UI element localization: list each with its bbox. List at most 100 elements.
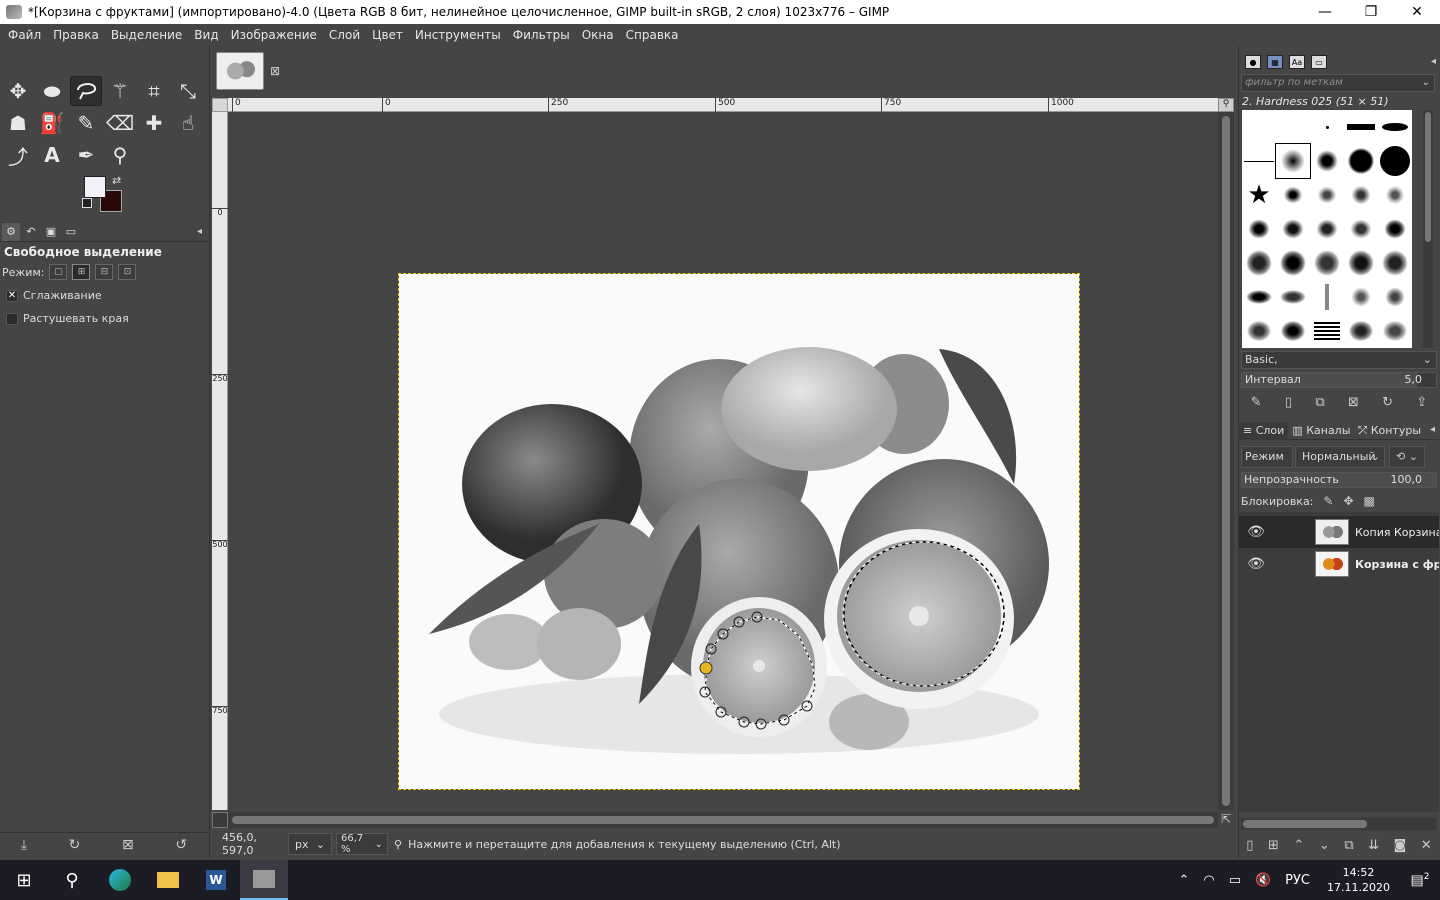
brush-item[interactable]: ★ bbox=[1242, 178, 1276, 212]
file-explorer-icon[interactable] bbox=[144, 860, 192, 900]
color-picker-tool-icon[interactable]: ✒ bbox=[70, 140, 102, 170]
menu-select[interactable]: Выделение bbox=[105, 28, 188, 42]
close-image-tab-icon[interactable]: ⊠ bbox=[270, 64, 280, 78]
brush-item[interactable] bbox=[1276, 280, 1310, 314]
layer-composite-select[interactable]: ⟲ ⌄ bbox=[1389, 446, 1425, 468]
minimize-button[interactable]: — bbox=[1302, 0, 1348, 24]
visibility-eye-icon[interactable]: 👁 bbox=[1239, 524, 1273, 540]
mode-intersect-button[interactable]: ⊡ bbox=[118, 264, 137, 280]
brush-item[interactable] bbox=[1344, 314, 1378, 348]
zoom-select[interactable]: 66,7 % ⌄ bbox=[336, 833, 388, 855]
mode-add-button[interactable]: ⊞ bbox=[72, 264, 91, 280]
menu-colors[interactable]: Цвет bbox=[366, 28, 409, 42]
visibility-eye-icon[interactable]: 👁 bbox=[1239, 556, 1273, 572]
edit-brush-icon[interactable]: ✎ bbox=[1251, 395, 1262, 410]
layer-mode-select[interactable]: Нормальный ⌄ bbox=[1295, 446, 1385, 468]
brush-item[interactable] bbox=[1378, 246, 1412, 280]
brush-item[interactable] bbox=[1242, 314, 1276, 348]
language-indicator[interactable]: РУС bbox=[1278, 873, 1317, 888]
chevron-down-icon[interactable]: ⌄ bbox=[1422, 75, 1430, 91]
maximize-button[interactable]: ❐ bbox=[1348, 0, 1394, 24]
heal-tool-icon[interactable]: ✚ bbox=[138, 108, 170, 138]
duplicate-brush-icon[interactable]: ⧉ bbox=[1315, 395, 1324, 410]
brush-item[interactable] bbox=[1275, 143, 1311, 179]
mode-replace-button[interactable]: ▢ bbox=[49, 264, 68, 280]
devices-tab-icon[interactable]: ▭ bbox=[62, 223, 80, 241]
dock-menu-icon[interactable]: ◂ bbox=[1430, 424, 1435, 435]
new-brush-icon[interactable]: ▯ bbox=[1285, 395, 1292, 410]
patterns-tab-icon[interactable]: ▦ bbox=[1267, 55, 1283, 69]
brush-preset-select[interactable]: Basic, ⌄ bbox=[1241, 351, 1437, 369]
open-brush-as-image-icon[interactable]: ⇪ bbox=[1416, 395, 1427, 410]
new-layer-icon[interactable]: ⊞ bbox=[1268, 838, 1279, 853]
opacity-slider[interactable]: Непрозрачность 100,0 bbox=[1241, 472, 1437, 488]
canvas[interactable] bbox=[229, 113, 1215, 809]
lock-pixels-icon[interactable]: ✎ bbox=[1323, 494, 1333, 508]
lock-alpha-icon[interactable]: ▩ bbox=[1364, 494, 1375, 508]
brush-item[interactable] bbox=[1276, 212, 1310, 246]
brush-item[interactable] bbox=[1242, 144, 1276, 178]
menu-image[interactable]: Изображение bbox=[225, 28, 323, 42]
images-tab-icon[interactable]: ▣ bbox=[42, 223, 60, 241]
navigate-image-icon[interactable]: ⇱ bbox=[1218, 812, 1234, 828]
fuzzy-select-tool-icon[interactable]: ⚚ bbox=[104, 76, 136, 106]
tab-paths[interactable]: ⤱ Контуры bbox=[1354, 422, 1425, 440]
chevron-up-icon[interactable]: ⌃ bbox=[1171, 873, 1196, 888]
tag-filter-input[interactable]: фильтр по меткам ⌄ bbox=[1241, 74, 1435, 92]
brush-item[interactable] bbox=[1310, 110, 1344, 144]
swap-colors-icon[interactable]: ⇄ bbox=[112, 174, 121, 187]
gimp-taskbar-icon[interactable] bbox=[240, 860, 288, 900]
brush-item[interactable] bbox=[1310, 212, 1344, 246]
brush-item[interactable] bbox=[1344, 144, 1378, 178]
brush-item[interactable] bbox=[1378, 212, 1412, 246]
tool-options-tab-icon[interactable]: ⚙ bbox=[2, 222, 20, 241]
warp-transform-tool-icon[interactable]: ☗ bbox=[2, 108, 34, 138]
brush-item[interactable] bbox=[1378, 144, 1412, 178]
menu-filters[interactable]: Фильтры bbox=[507, 28, 576, 42]
mask-layer-icon[interactable]: ◙ bbox=[1394, 838, 1407, 853]
brush-item[interactable] bbox=[1378, 110, 1412, 144]
brush-item[interactable] bbox=[1310, 144, 1344, 178]
menu-tools[interactable]: Инструменты bbox=[409, 28, 507, 42]
lower-layer-icon[interactable]: ⌄ bbox=[1319, 838, 1330, 853]
mode-subtract-button[interactable]: ⊟ bbox=[95, 264, 114, 280]
dock-menu-icon[interactable]: ◂ bbox=[1431, 56, 1436, 67]
brush-item[interactable] bbox=[1310, 280, 1344, 314]
zoom-image-button[interactable]: ⚲ bbox=[1218, 98, 1234, 112]
reset-options-icon[interactable]: ↺ bbox=[175, 837, 187, 853]
brush-item[interactable] bbox=[1276, 110, 1310, 144]
image-canvas[interactable] bbox=[398, 273, 1080, 790]
text-tool-icon[interactable]: A bbox=[36, 140, 68, 170]
horizontal-scrollbar[interactable] bbox=[228, 812, 1218, 828]
brush-item[interactable] bbox=[1310, 314, 1344, 348]
unified-transform-tool-icon[interactable]: ⤡ bbox=[172, 76, 204, 106]
notifications-icon[interactable]: ▤2 bbox=[1400, 872, 1440, 889]
zoom-tool-icon[interactable]: ⚲ bbox=[104, 140, 136, 170]
brush-grid-scrollbar[interactable] bbox=[1423, 110, 1433, 348]
raise-layer-icon[interactable]: ⌃ bbox=[1293, 838, 1304, 853]
tab-layers[interactable]: ≡ Слои bbox=[1239, 421, 1289, 440]
edge-browser-icon[interactable] bbox=[96, 860, 144, 900]
unit-select[interactable]: px ⌄ bbox=[288, 833, 332, 855]
smudge-tool-icon[interactable]: ☝ bbox=[172, 108, 204, 138]
menu-edit[interactable]: Правка bbox=[47, 28, 105, 42]
foreground-color[interactable] bbox=[84, 176, 106, 198]
brush-item[interactable] bbox=[1310, 246, 1344, 280]
brush-item[interactable] bbox=[1378, 314, 1412, 348]
antialias-checkbox[interactable]: ✕ bbox=[6, 289, 18, 302]
image-tab-thumbnail[interactable] bbox=[216, 52, 264, 90]
tab-channels[interactable]: ▥ Каналы bbox=[1288, 422, 1354, 440]
refresh-brushes-icon[interactable]: ↻ bbox=[1382, 395, 1393, 410]
brush-item[interactable] bbox=[1344, 280, 1378, 314]
word-icon[interactable]: W bbox=[192, 860, 240, 900]
wifi-icon[interactable]: ◠ bbox=[1196, 873, 1221, 888]
new-layer-group-icon[interactable]: ▯ bbox=[1246, 838, 1253, 853]
brush-item[interactable] bbox=[1276, 178, 1310, 212]
brush-item[interactable] bbox=[1276, 246, 1310, 280]
menu-layer[interactable]: Слой bbox=[323, 28, 366, 42]
brush-item[interactable] bbox=[1242, 110, 1276, 144]
menu-windows[interactable]: Окна bbox=[576, 28, 620, 42]
merge-layer-icon[interactable]: ⇊ bbox=[1368, 838, 1379, 853]
antialias-option[interactable]: ✕ Сглаживание bbox=[6, 289, 102, 302]
gradients-tab-icon[interactable]: ▭ bbox=[1311, 55, 1327, 69]
